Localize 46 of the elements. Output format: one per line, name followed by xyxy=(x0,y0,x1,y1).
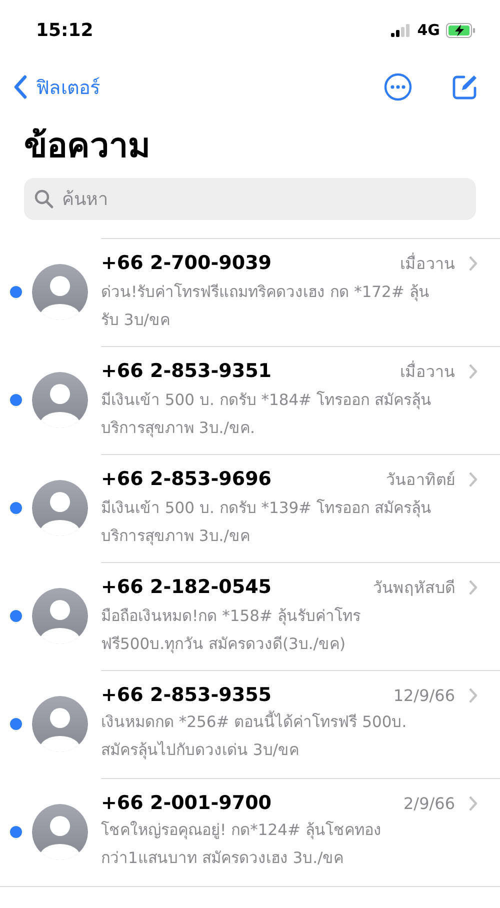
conversation-row[interactable]: +66 2-700-9039 เมื่อวาน ด่วน!รับค่าโทรฟรีแถมทริคดวงเฮง กด *172# ลุ้น รับ 3บ/ขค xyxy=(0,238,500,346)
message-time: เมื่อวาน xyxy=(400,360,455,382)
sender-name: +66 2-853-9351 xyxy=(101,360,273,382)
conversation-row[interactable]: +66 2-853-9696 วันอาทิตย์ มีเงินเข้า 500 บ. กดรับ *139# โทรออก สมัครลุ้น บริการสุขภาพ 3บ./ขค xyxy=(0,454,500,562)
sender-name: +66 2-853-9355 xyxy=(101,684,273,706)
message-time: 12/9/66 xyxy=(393,686,455,704)
avatar-icon xyxy=(32,588,88,644)
signal-icon xyxy=(391,24,412,36)
search-icon xyxy=(34,189,54,209)
back-chevron-icon xyxy=(14,75,28,99)
conversation-row[interactable]: +66 2-853-9351 เมื่อวาน มีเงินเข้า 500 บ. กดรับ *184# โทรออก สมัครลุ้น บริการสุขภาพ 3บ./ขค. xyxy=(0,346,500,454)
back-button[interactable]: ฟิลเตอร์ xyxy=(14,72,100,102)
chevron-icon xyxy=(469,256,478,270)
avatar-icon xyxy=(32,372,88,428)
network-label: 4G xyxy=(417,21,440,39)
sender-name: +66 2-001-9700 xyxy=(101,792,273,814)
avatar-icon xyxy=(32,480,88,536)
message-preview: มีเงินเข้า 500 บ. กดรับ *139# โทรออก สมัครลุ้น บริการสุขภาพ 3บ./ขค xyxy=(101,498,432,548)
chevron-icon xyxy=(469,688,478,702)
more-icon[interactable] xyxy=(384,73,412,101)
message-preview: ด่วน!รับค่าโทรฟรีแถมทริคดวงเฮง กด *172# ลุ้น รับ 3บ/ขค xyxy=(101,282,430,330)
avatar-icon xyxy=(32,804,88,860)
status-time: 15:12 xyxy=(36,20,94,40)
sender-name: +66 2-700-9039 xyxy=(101,252,273,274)
conversation-row[interactable]: +66 2-853-9355 12/9/66 เงินหมดกด *256# ตอนนี้ได้ค่าโทรฟรี 500บ. สมัครลุ้นไปกับดวงเด่น 3บ/ขค xyxy=(0,670,500,778)
message-time: วันอาทิตย์ xyxy=(386,468,455,490)
chevron-icon xyxy=(469,580,478,594)
chevron-icon xyxy=(469,364,478,378)
message-time: เมื่อวาน xyxy=(400,252,455,274)
sender-name: +66 2-182-0545 xyxy=(101,576,273,598)
search-field[interactable]: ค้นหา xyxy=(24,178,476,220)
battery-charging-icon xyxy=(446,22,476,38)
message-preview: มีเงินเข้า 500 บ. กดรับ *184# โทรออก สมัครลุ้น บริการสุขภาพ 3บ./ขค. xyxy=(101,390,432,440)
message-preview: เงินหมดกด *256# ตอนนี้ได้ค่าโทรฟรี 500บ. สมัครลุ้นไปกับดวงเด่น 3บ/ขค xyxy=(101,708,478,764)
avatar-icon xyxy=(32,264,88,320)
page-title: ข้อความ xyxy=(24,125,151,168)
message-time: วันพฤหัสบดี xyxy=(373,576,455,598)
message-preview: โชคใหญ่รอคุณอยู่! กด*124# ลุ้นโชคทอง กว่า1แสนบาท สมัครดวงเฮง 3บ./ขค xyxy=(101,820,382,869)
message-preview: มือถือเงินหมด!กด *158# ลุ้นรับค่าโทร ฟรี500บ.ทุกวัน สมัครดวงดี(3บ./ขค) xyxy=(101,606,362,656)
chevron-icon xyxy=(469,472,478,486)
chevron-icon xyxy=(469,796,478,810)
avatar-icon xyxy=(32,696,88,752)
sender-name: +66 2-853-9696 xyxy=(101,468,273,490)
message-time: 2/9/66 xyxy=(404,794,455,812)
conversation-row[interactable]: +66 2-182-0545 วันพฤหัสบดี มือถือเงินหมด!กด *158# ลุ้นรับค่าโทร ฟรี500บ.ทุกวัน สมัครดวงดี(3บ./ขค) xyxy=(0,562,500,670)
compose-icon[interactable] xyxy=(452,74,478,100)
